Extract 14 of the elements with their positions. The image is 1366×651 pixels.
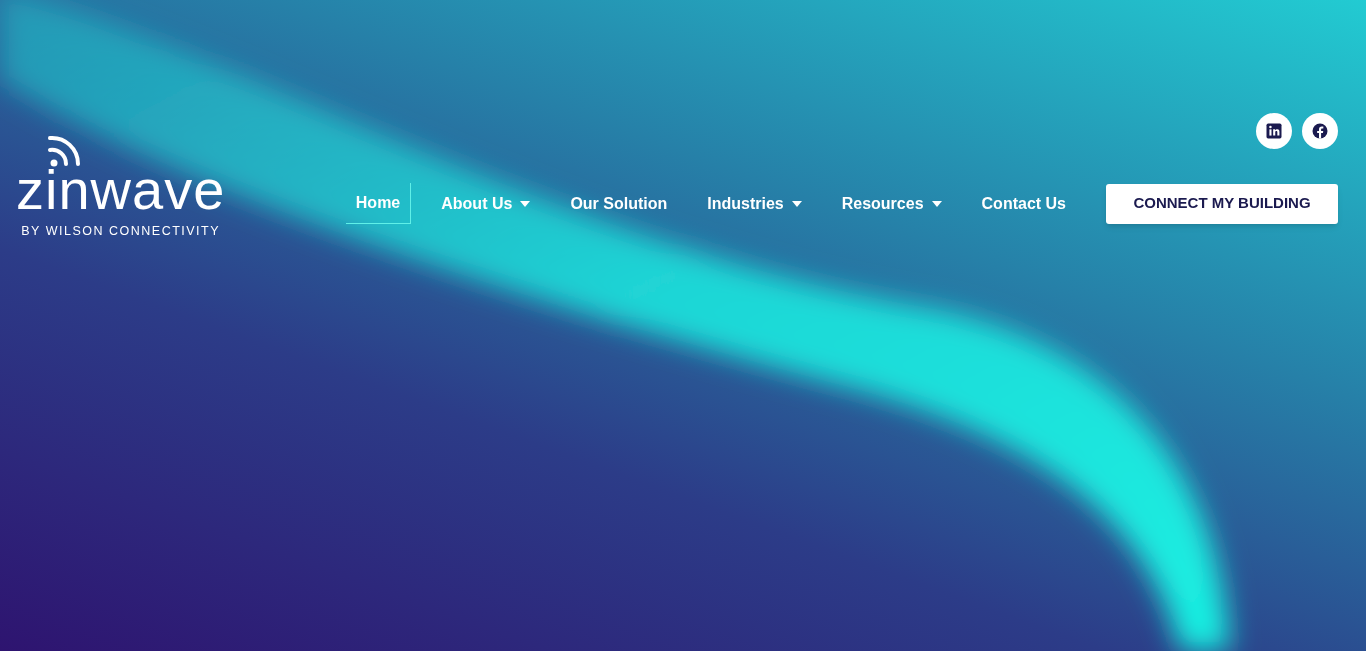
nav-link[interactable]: Resources bbox=[841, 183, 942, 224]
connect-my-building-button[interactable]: CONNECT MY BUILDING bbox=[1106, 183, 1338, 224]
nav-link[interactable]: Our Solution bbox=[570, 183, 668, 224]
nav-link[interactable]: About Us bbox=[441, 183, 531, 224]
caret-icon bbox=[791, 200, 802, 207]
nav-link[interactable]: Home bbox=[345, 183, 412, 224]
caret-icon bbox=[931, 200, 942, 207]
nav-link[interactable]: Industries bbox=[707, 183, 802, 224]
nav-link[interactable]: Contact Us bbox=[981, 183, 1066, 224]
facebook-icon[interactable] bbox=[1302, 113, 1338, 149]
logo-tagline: BY WILSON CONNECTIVITY bbox=[21, 223, 221, 240]
caret-icon bbox=[520, 200, 531, 207]
linkedin-icon[interactable] bbox=[1256, 113, 1292, 149]
logo-wordmark: zinwave bbox=[16, 166, 226, 214]
